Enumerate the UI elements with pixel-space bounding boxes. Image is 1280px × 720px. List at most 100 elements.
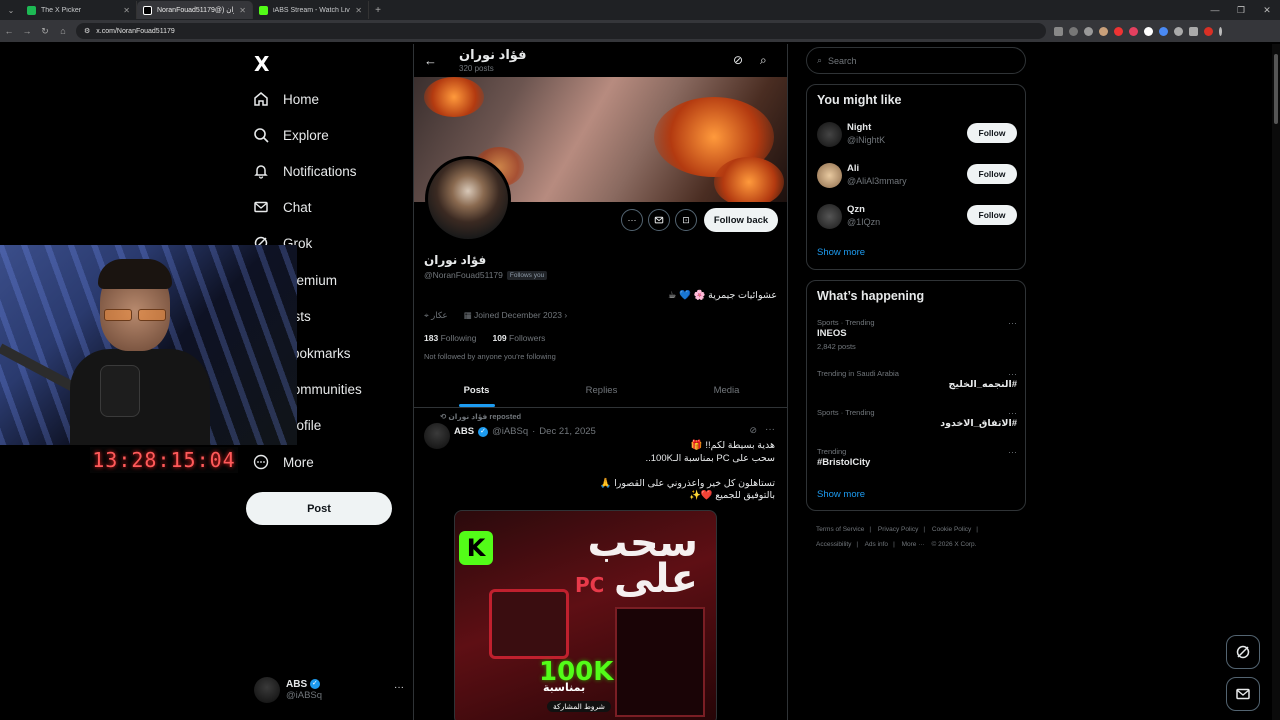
nav-home[interactable]: Home [252,88,319,110]
more-icon[interactable]: ··· [394,682,404,693]
footer-link[interactable]: Ads info [865,541,889,548]
suggestion-name: Night [847,122,872,133]
account-switcher[interactable]: ABS ✓ @iABSq ··· [254,674,404,706]
followers-link[interactable]: 109 Followers [492,333,545,343]
suggestion-item[interactable]: Night @iNightK Follow [817,119,1017,149]
tweet-image[interactable]: K سحب على PC 100K بمناسبة شروط المشاركة [454,510,717,720]
extension-icon[interactable] [1129,26,1138,36]
star-icon[interactable] [1084,26,1093,36]
tweet-author[interactable]: ABS [454,426,474,437]
browser-tab[interactable]: iABS Stream - Watch Live on Ki ✕ [253,1,369,19]
home-browser-icon[interactable]: ⌂ [54,26,72,36]
extension-icon[interactable] [1099,26,1108,36]
trend-item[interactable]: Trending #BristolCity ··· [817,447,1017,483]
close-window-icon[interactable]: ✕ [1254,0,1280,20]
footer-link[interactable]: Accessibility [816,541,851,548]
nav-label: Notifications [283,163,357,179]
nav-chat[interactable]: Chat [252,196,312,218]
follow-back-button[interactable]: Follow back [704,208,778,232]
new-tab-button[interactable]: + [369,5,387,16]
tab-posts[interactable]: Posts [414,374,539,407]
footer-link[interactable]: More ··· [902,541,925,548]
suggestion-handle: @1IQzn [847,217,881,227]
scrollbar-thumb[interactable] [1274,54,1278,124]
nav-more[interactable]: More [252,451,314,473]
grok-icon[interactable]: ⊘ [749,425,757,436]
show-more-link[interactable]: Show more [817,247,865,258]
trend-more-icon[interactable]: ··· [1008,408,1017,418]
search-icon[interactable]: ⌕ [760,53,767,68]
profile-avatar[interactable] [425,156,511,242]
follow-button[interactable]: Follow [967,164,1017,184]
tab-close-icon[interactable]: ✕ [239,6,246,15]
trend-more-icon[interactable]: ··· [1008,447,1017,457]
x-logo[interactable]: X [254,52,269,76]
tweet-header: ABS ✓ @iABSq · Dec 21, 2025 [454,426,596,437]
tab-close-icon[interactable]: ✕ [355,6,362,15]
account-name: ABS ✓ [286,679,322,690]
chevron-right-icon[interactable]: › [564,310,567,320]
trend-name: #النجمه_الخليج [948,379,1017,390]
puzzle-icon[interactable] [1174,26,1183,36]
grok-icon[interactable]: ⊘ [733,53,743,67]
footer-link[interactable]: Privacy Policy [878,526,918,533]
show-more-link[interactable]: Show more [817,489,865,500]
site-info-icon[interactable]: ⚙ [84,27,90,35]
extension-icon[interactable] [1114,26,1123,36]
back-arrow-icon[interactable]: ← [424,53,437,68]
cast-icon[interactable] [1054,26,1063,36]
zoom-icon[interactable] [1069,26,1078,36]
trend-item[interactable]: Sports · Trending INEOS 2,842 posts ··· [817,318,1017,354]
tab-search-icon[interactable]: ⌄ [3,3,19,17]
footer-link[interactable]: Cookie Policy [932,526,971,533]
account-handle: @iABSq [286,690,323,701]
minimize-icon[interactable]: — [1202,0,1228,20]
messages-float-button[interactable] [1226,677,1260,711]
tab-title: NoranFouad51179@) فؤاد نوران [157,7,234,14]
page-scrollbar[interactable] [1272,44,1280,720]
trend-more-icon[interactable]: ··· [1008,369,1017,379]
suggestion-item[interactable]: Qzn @1IQzn Follow [817,201,1017,231]
browser-tab-bar: ⌄ The X Picker ✕ NoranFouad51179@) فؤاد … [0,0,1280,20]
nav-notifications[interactable]: Notifications [252,160,357,182]
maximize-icon[interactable]: ❐ [1228,0,1254,20]
search-input[interactable]: ⌕ Search [806,47,1026,74]
reload-icon[interactable]: ↻ [36,26,54,37]
browser-tab[interactable]: The X Picker ✕ [21,1,137,19]
follow-button[interactable]: Follow [967,123,1017,143]
tab-favicon-icon [143,5,152,15]
tweet-handle[interactable]: @iABSq [492,426,528,437]
extension-icon[interactable] [1159,26,1168,36]
nav-explore[interactable]: Explore [252,124,329,146]
search-icon [252,126,270,144]
tweet-date[interactable]: Dec 21, 2025 [539,426,596,437]
message-button[interactable] [648,209,670,231]
address-bar[interactable]: ⚙ x.com/NoranFouad51179 [76,23,1046,39]
tweet-more-icon[interactable]: ··· [765,424,775,435]
following-link[interactable]: 183 Following [424,333,476,343]
extension-icon[interactable] [1144,26,1153,36]
back-icon[interactable]: ← [0,26,18,36]
follow-button[interactable]: Follow [967,205,1017,225]
tab-media[interactable]: Media [664,374,787,407]
trend-more-icon[interactable]: ··· [1008,318,1017,328]
menu-icon[interactable] [1219,26,1222,36]
sidebar-icon[interactable] [1189,26,1198,36]
account-info: ABS ✓ @iABSq [286,679,322,701]
footer-link[interactable]: Terms of Service [816,526,864,533]
trend-item[interactable]: Sports · Trending #الاتفاق_الاخدود ··· [817,408,1017,444]
tab-close-icon[interactable]: ✕ [123,6,130,15]
more-options-button[interactable]: ··· [621,209,643,231]
post-button[interactable]: Post [246,492,392,525]
trend-item[interactable]: Trending in Saudi Arabia #النجمه_الخليج … [817,369,1017,405]
avatar [817,122,842,147]
browser-tab-active[interactable]: NoranFouad51179@) فؤاد نوران ✕ [137,1,253,19]
subscribe-gift-button[interactable]: ⊡ [675,209,697,231]
profile-avatar[interactable] [1204,26,1213,36]
suggestion-item[interactable]: Ali @AliAl3mmary Follow [817,160,1017,190]
grok-float-button[interactable] [1226,635,1260,669]
profile-handle-row: @NoranFouad51179 Follows you [424,270,548,280]
tab-replies[interactable]: Replies [539,374,664,407]
forward-icon[interactable]: → [18,26,36,36]
image-occasion-text: بمناسبة [543,682,586,694]
